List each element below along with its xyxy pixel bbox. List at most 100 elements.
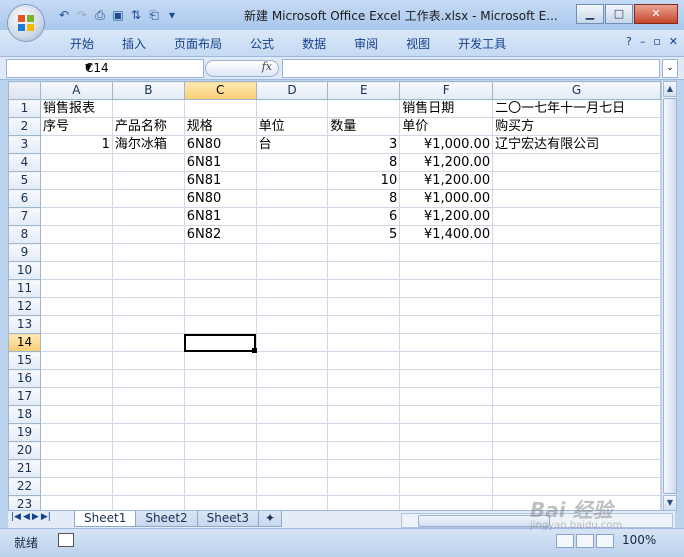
cell-d10[interactable] bbox=[255, 261, 329, 280]
cell-a9[interactable] bbox=[39, 243, 113, 262]
cell-d5[interactable] bbox=[255, 171, 329, 190]
sheet-tab[interactable]: Sheet3 bbox=[196, 511, 259, 527]
cell-d18[interactable] bbox=[255, 405, 329, 424]
cell-g18[interactable] bbox=[492, 405, 661, 424]
cell-e10[interactable] bbox=[327, 261, 401, 280]
cell-a1[interactable]: 销售报表 bbox=[39, 99, 113, 118]
cell-g7[interactable] bbox=[492, 207, 661, 226]
column-header-f[interactable]: F bbox=[399, 81, 494, 100]
page-break-view-icon[interactable] bbox=[596, 534, 614, 548]
cell-b1[interactable] bbox=[111, 99, 185, 118]
cell-f23[interactable] bbox=[399, 495, 494, 510]
sheet-tab[interactable]: Sheet2 bbox=[135, 511, 198, 527]
cell-f10[interactable] bbox=[399, 261, 494, 280]
cell-f15[interactable] bbox=[399, 351, 494, 370]
cell-g16[interactable] bbox=[492, 369, 661, 388]
next-sheet-icon[interactable]: ▶ bbox=[32, 512, 39, 522]
cell-e8[interactable]: 5 bbox=[327, 225, 401, 244]
cell-a23[interactable] bbox=[39, 495, 113, 510]
cell-c11[interactable] bbox=[183, 279, 257, 298]
cell-e19[interactable] bbox=[327, 423, 401, 442]
cell-a13[interactable] bbox=[39, 315, 113, 334]
ribbon-tab[interactable]: 开发工具 bbox=[444, 35, 520, 53]
cell-a15[interactable] bbox=[39, 351, 113, 370]
cell-e11[interactable] bbox=[327, 279, 401, 298]
cell-e2[interactable]: 数量 bbox=[327, 117, 401, 136]
cell-b20[interactable] bbox=[111, 441, 185, 460]
cell-c12[interactable] bbox=[183, 297, 257, 316]
cell-b4[interactable] bbox=[111, 153, 185, 172]
cell-d2[interactable]: 单位 bbox=[255, 117, 329, 136]
vertical-scrollbar[interactable]: ▲ ▼ bbox=[661, 81, 677, 511]
cell-g1[interactable]: 二〇一七年十一月七日 bbox=[492, 99, 661, 118]
ribbon-tab[interactable]: 视图 bbox=[392, 35, 444, 53]
name-box[interactable]: C14 ▼ bbox=[6, 59, 204, 78]
cell-b19[interactable] bbox=[111, 423, 185, 442]
cell-g9[interactable] bbox=[492, 243, 661, 262]
cell-e22[interactable] bbox=[327, 477, 401, 496]
cell-c1[interactable] bbox=[183, 99, 257, 118]
row-header[interactable]: 23 bbox=[8, 495, 41, 510]
insert-sheet-icon[interactable]: ✦ bbox=[257, 511, 283, 527]
cell-b23[interactable] bbox=[111, 495, 185, 510]
column-header-g[interactable]: G bbox=[492, 81, 661, 100]
cell-b7[interactable] bbox=[111, 207, 185, 226]
column-header-a[interactable]: A bbox=[39, 81, 113, 100]
cell-g10[interactable] bbox=[492, 261, 661, 280]
cell-e13[interactable] bbox=[327, 315, 401, 334]
cell-c14[interactable] bbox=[183, 333, 257, 352]
cell-g17[interactable] bbox=[492, 387, 661, 406]
cell-g2[interactable]: 购买方 bbox=[492, 117, 661, 136]
cell-d22[interactable] bbox=[255, 477, 329, 496]
cell-f1[interactable]: 销售日期 bbox=[399, 99, 494, 118]
cell-f20[interactable] bbox=[399, 441, 494, 460]
cell-c2[interactable]: 规格 bbox=[183, 117, 257, 136]
cell-d3[interactable]: 台 bbox=[255, 135, 329, 154]
cell-c22[interactable] bbox=[183, 477, 257, 496]
cell-b8[interactable] bbox=[111, 225, 185, 244]
row-header[interactable]: 13 bbox=[8, 315, 41, 334]
cell-f2[interactable]: 单价 bbox=[399, 117, 494, 136]
cell-c17[interactable] bbox=[183, 387, 257, 406]
column-header-e[interactable]: E bbox=[327, 81, 401, 100]
row-header[interactable]: 5 bbox=[8, 171, 41, 190]
cell-e18[interactable] bbox=[327, 405, 401, 424]
ribbon-tab[interactable]: 数据 bbox=[288, 35, 340, 53]
office-button[interactable] bbox=[8, 5, 44, 41]
cell-c7[interactable]: 6N81 bbox=[183, 207, 257, 226]
cell-d19[interactable] bbox=[255, 423, 329, 442]
column-header-b[interactable]: B bbox=[111, 81, 185, 100]
normal-view-icon[interactable] bbox=[556, 534, 574, 548]
cell-b10[interactable] bbox=[111, 261, 185, 280]
cell-f22[interactable] bbox=[399, 477, 494, 496]
macro-record-icon[interactable] bbox=[58, 533, 74, 547]
cell-a22[interactable] bbox=[39, 477, 113, 496]
row-header[interactable]: 16 bbox=[8, 369, 41, 388]
cell-c9[interactable] bbox=[183, 243, 257, 262]
row-header[interactable]: 12 bbox=[8, 297, 41, 316]
cell-g13[interactable] bbox=[492, 315, 661, 334]
row-header[interactable]: 1 bbox=[8, 99, 41, 118]
formula-input[interactable] bbox=[282, 59, 660, 78]
cell-a16[interactable] bbox=[39, 369, 113, 388]
cell-c19[interactable] bbox=[183, 423, 257, 442]
scroll-down-icon[interactable]: ▼ bbox=[663, 495, 677, 511]
cell-f4[interactable]: ¥1,200.00 bbox=[399, 153, 494, 172]
cell-c6[interactable]: 6N80 bbox=[183, 189, 257, 208]
cell-d21[interactable] bbox=[255, 459, 329, 478]
cell-c13[interactable] bbox=[183, 315, 257, 334]
insert-function-button[interactable]: fx bbox=[205, 60, 279, 77]
scroll-up-icon[interactable]: ▲ bbox=[663, 81, 677, 97]
cell-g21[interactable] bbox=[492, 459, 661, 478]
doc-restore-button[interactable]: ▫ bbox=[653, 35, 660, 48]
cell-f16[interactable] bbox=[399, 369, 494, 388]
expand-formula-bar-icon[interactable]: ⌄ bbox=[662, 59, 678, 78]
cell-a5[interactable] bbox=[39, 171, 113, 190]
cell-d11[interactable] bbox=[255, 279, 329, 298]
cell-d14[interactable] bbox=[255, 333, 329, 352]
cell-e12[interactable] bbox=[327, 297, 401, 316]
cell-d1[interactable] bbox=[255, 99, 329, 118]
cell-g14[interactable] bbox=[492, 333, 661, 352]
print-preview-icon[interactable]: ⎙ bbox=[92, 7, 108, 23]
cell-e9[interactable] bbox=[327, 243, 401, 262]
